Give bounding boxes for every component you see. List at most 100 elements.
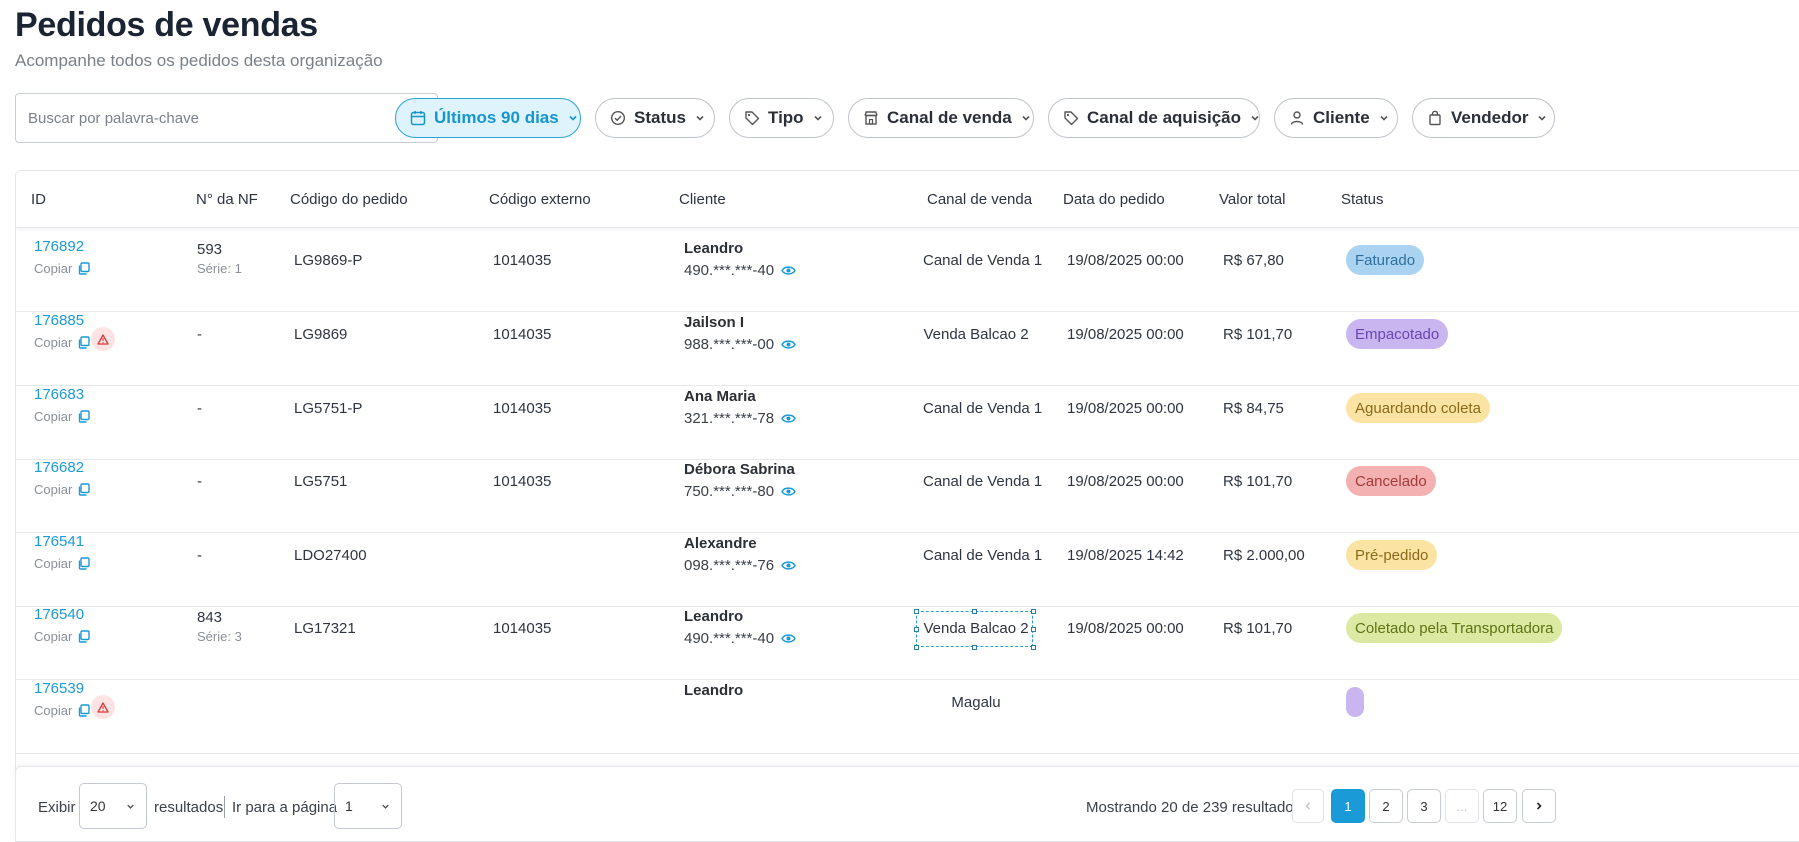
order-code: LG17321 bbox=[294, 620, 356, 637]
client-document: 490.***.***-40 bbox=[684, 630, 775, 647]
column-nf[interactable]: N° da NF bbox=[196, 191, 258, 208]
column-date[interactable]: Data do pedido bbox=[1063, 191, 1165, 208]
search-input[interactable] bbox=[28, 109, 407, 127]
resize-handle[interactable] bbox=[914, 627, 919, 632]
order-total: R$ 101,70 bbox=[1223, 326, 1293, 343]
order-id-link[interactable]: 176539 bbox=[34, 680, 90, 697]
copy-button[interactable]: Copiar bbox=[34, 556, 90, 571]
chevron-down-icon bbox=[382, 804, 389, 809]
order-id-link[interactable]: 176892 bbox=[34, 238, 90, 255]
table-row[interactable]: 176539 Copiar Leandro Magalu bbox=[16, 670, 1799, 754]
filter-type[interactable]: Tipo bbox=[729, 98, 834, 138]
divider bbox=[224, 796, 225, 818]
table-row[interactable]: 176682 Copiar - LG5751 1014035 Débora Sabrina… bbox=[16, 449, 1799, 533]
resize-handle[interactable] bbox=[1031, 627, 1036, 632]
nf-number: - bbox=[197, 547, 202, 564]
filter-period-label: Últimos 90 dias bbox=[434, 108, 559, 127]
sales-channel: Canal de Venda 1 bbox=[923, 252, 1043, 269]
eye-icon[interactable] bbox=[781, 339, 796, 350]
copy-button[interactable]: Copiar bbox=[34, 409, 90, 424]
filter-seller[interactable]: Vendedor bbox=[1412, 98, 1555, 138]
resize-handle[interactable] bbox=[1031, 609, 1036, 614]
client-document: 321.***.***-78 bbox=[684, 410, 775, 427]
store-icon bbox=[864, 111, 878, 125]
sales-channel: Canal de Venda 1 bbox=[923, 400, 1043, 417]
client-name: Ana Maria bbox=[684, 388, 756, 405]
filter-acquisition-channel[interactable]: Canal de aquisição bbox=[1048, 98, 1260, 138]
warning-icon[interactable] bbox=[91, 695, 115, 719]
copy-button[interactable]: Copiar bbox=[34, 261, 90, 276]
order-id-link[interactable]: 176540 bbox=[34, 606, 90, 623]
chevron-left-icon bbox=[1305, 802, 1311, 810]
filter-client[interactable]: Cliente bbox=[1274, 98, 1398, 138]
filter-status[interactable]: Status bbox=[595, 98, 715, 138]
resize-handle[interactable] bbox=[914, 645, 919, 650]
resize-handle[interactable] bbox=[914, 609, 919, 614]
column-external-code[interactable]: Código externo bbox=[489, 191, 591, 208]
order-id-link[interactable]: 176682 bbox=[34, 459, 90, 476]
order-id-link[interactable]: 176683 bbox=[34, 386, 90, 403]
copy-button[interactable]: Copiar bbox=[34, 335, 90, 350]
sales-channel: Canal de Venda 1 bbox=[923, 473, 1043, 490]
table-row[interactable]: 176541 Copiar - LDO27400 Alexandre 098.***.**… bbox=[16, 523, 1799, 607]
column-order-code[interactable]: Código do pedido bbox=[290, 191, 408, 208]
external-code: 1014035 bbox=[493, 252, 552, 269]
order-code: LG9869-P bbox=[294, 252, 363, 269]
eye-icon[interactable] bbox=[781, 633, 796, 644]
page-size-select[interactable]: 20 bbox=[79, 783, 147, 829]
filter-status-label: Status bbox=[634, 108, 686, 127]
eye-icon[interactable] bbox=[781, 486, 796, 497]
user-icon bbox=[1290, 111, 1304, 125]
eye-icon[interactable] bbox=[781, 265, 796, 276]
filter-sales-channel[interactable]: Canal de venda bbox=[848, 98, 1034, 138]
copy-button[interactable]: Copiar bbox=[34, 703, 90, 718]
order-id-link[interactable]: 176541 bbox=[34, 533, 90, 550]
show-label: Exibir bbox=[38, 799, 76, 816]
resize-handle[interactable] bbox=[972, 645, 977, 650]
table-row[interactable]: 176540 Copiar 843 Série: 3 LG17321 1014035 Lea… bbox=[16, 596, 1799, 680]
page-button[interactable]: 3 bbox=[1407, 789, 1441, 823]
copy-icon bbox=[77, 704, 90, 717]
order-date: 19/08/2025 00:00 bbox=[1067, 252, 1184, 269]
copy-icon bbox=[77, 557, 90, 570]
copy-label: Copiar bbox=[34, 556, 73, 571]
order-id-link[interactable]: 176885 bbox=[34, 312, 90, 329]
selection-box[interactable] bbox=[914, 609, 1036, 650]
table-row[interactable]: 176892 Copiar 593 Série: 1 LG9869-P 1014035 Le… bbox=[16, 228, 1799, 312]
warning-icon[interactable] bbox=[91, 327, 115, 351]
next-page-button[interactable] bbox=[1522, 789, 1556, 823]
resize-handle[interactable] bbox=[1031, 645, 1036, 650]
column-status[interactable]: Status bbox=[1341, 191, 1384, 208]
page-button[interactable]: 1 bbox=[1331, 789, 1365, 823]
external-code: 1014035 bbox=[493, 473, 552, 490]
goto-page-select[interactable]: 1 bbox=[334, 783, 402, 829]
column-id[interactable]: ID bbox=[31, 191, 46, 208]
client-name: Jailson I bbox=[684, 314, 745, 331]
column-total[interactable]: Valor total bbox=[1219, 191, 1285, 208]
copy-button[interactable]: Copiar bbox=[34, 629, 90, 644]
eye-icon[interactable] bbox=[781, 560, 796, 571]
resize-handle[interactable] bbox=[972, 609, 977, 614]
copy-button[interactable]: Copiar bbox=[34, 482, 90, 497]
client-name: Leandro bbox=[684, 682, 744, 699]
column-channel[interactable]: Canal de venda bbox=[927, 191, 1032, 208]
order-total: R$ 101,70 bbox=[1223, 620, 1293, 637]
search-box[interactable] bbox=[15, 93, 438, 143]
column-client[interactable]: Cliente bbox=[679, 191, 726, 208]
status-badge: Cancelado bbox=[1346, 466, 1436, 496]
sales-channel: Canal de Venda 1 bbox=[923, 547, 1043, 564]
table-row[interactable]: 176885 Copiar - LG9869 1014035 Jailson I 988.*… bbox=[16, 302, 1799, 386]
chevron-down-icon bbox=[814, 115, 822, 121]
calendar-icon bbox=[410, 111, 426, 126]
filter-period[interactable]: Últimos 90 dias bbox=[395, 98, 581, 138]
page-subtitle: Acompanhe todos os pedidos desta organiz… bbox=[15, 51, 383, 70]
prev-page-button[interactable] bbox=[1292, 789, 1324, 823]
goto-page-label: Ir para a página bbox=[232, 799, 338, 816]
eye-icon[interactable] bbox=[781, 413, 796, 424]
page-button[interactable]: 12 bbox=[1483, 789, 1517, 823]
nf-number: - bbox=[197, 326, 202, 343]
table-row[interactable]: 176683 Copiar - LG5751-P 1014035 Ana Maria 321… bbox=[16, 376, 1799, 460]
chevron-down-icon bbox=[127, 804, 134, 809]
page-button[interactable]: 2 bbox=[1369, 789, 1403, 823]
pagination-bar: Exibir 20 resultados Ir para a página 1 … bbox=[15, 766, 1799, 842]
